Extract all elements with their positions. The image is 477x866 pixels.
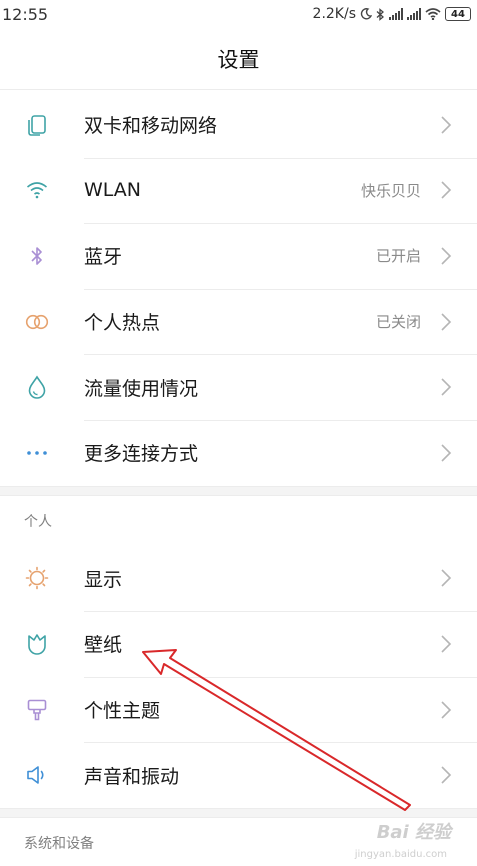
row-label: 显示 <box>84 568 123 591</box>
status-icons: 2.2K/s 44 <box>313 6 471 22</box>
row-value: 已开启 <box>375 247 421 266</box>
chevron-right-icon <box>441 635 452 653</box>
hotspot-icon <box>25 310 49 334</box>
wifi-status-icon <box>425 8 441 20</box>
signal-sim2-icon <box>407 8 421 20</box>
row-wallpaper[interactable]: 壁纸 <box>0 611 477 677</box>
row-label: 声音和振动 <box>84 765 180 788</box>
row-label: 壁纸 <box>84 634 123 657</box>
row-display[interactable]: 显示 <box>0 545 477 612</box>
chevron-right-icon <box>441 444 452 462</box>
row-label: 蓝牙 <box>84 246 123 269</box>
row-theme[interactable]: 个性主题 <box>0 676 477 743</box>
sim-card-icon <box>25 113 49 137</box>
row-label: 更多连接方式 <box>84 443 199 466</box>
row-label: 流量使用情况 <box>84 377 199 400</box>
moon-icon <box>360 8 372 20</box>
title-bar: 设置 <box>0 28 477 90</box>
status-time: 12:55 <box>2 4 49 24</box>
row-data-usage[interactable]: 流量使用情况 <box>0 354 477 420</box>
row-label: WLAN <box>84 179 142 202</box>
row-wlan[interactable]: WLAN 快乐贝贝 <box>0 157 477 224</box>
row-dual-sim[interactable]: 双卡和移动网络 <box>0 92 477 158</box>
chevron-right-icon <box>441 378 452 396</box>
data-usage-icon <box>25 375 49 399</box>
watermark-logo: Bai 经验 <box>376 822 451 843</box>
bluetooth-status-icon <box>376 7 384 21</box>
row-hotspot[interactable]: 个人热点 已关闭 <box>0 288 477 355</box>
section-header-personal: 个人 <box>24 513 52 530</box>
battery-icon: 44 <box>445 7 471 21</box>
row-label: 个人热点 <box>84 312 161 335</box>
wallpaper-icon <box>25 632 49 656</box>
row-more-connections[interactable]: 更多连接方式 <box>0 419 477 486</box>
sound-icon <box>25 763 49 787</box>
row-label: 个性主题 <box>84 700 161 723</box>
wifi-icon <box>25 178 49 202</box>
chevron-right-icon <box>441 181 452 199</box>
theme-brush-icon <box>25 698 49 722</box>
row-label: 双卡和移动网络 <box>84 115 218 138</box>
watermark-url: jingyan.baidu.com <box>354 849 447 860</box>
chevron-right-icon <box>441 569 452 587</box>
bluetooth-icon <box>25 244 49 268</box>
row-bluetooth[interactable]: 蓝牙 已开启 <box>0 223 477 289</box>
more-connections-icon <box>25 441 49 465</box>
page-title: 设置 <box>217 47 260 72</box>
display-sun-icon <box>25 566 49 590</box>
chevron-right-icon <box>441 766 452 784</box>
row-value: 快乐贝贝 <box>360 181 421 200</box>
section-divider <box>0 807 477 818</box>
section-divider <box>0 485 477 496</box>
chevron-right-icon <box>441 700 452 719</box>
signal-sim1-icon <box>389 8 403 20</box>
row-value: 已关闭 <box>375 313 421 332</box>
chevron-right-icon <box>441 116 452 134</box>
settings-list: 双卡和移动网络 WLAN 快乐贝贝 蓝牙 已开启 个人热点 已关闭 流量使用情况 <box>0 92 477 866</box>
status-bar: 12:55 2.2K/s 44 <box>0 0 477 28</box>
chevron-right-icon <box>441 313 452 331</box>
chevron-right-icon <box>441 247 452 265</box>
row-sound[interactable]: 声音和振动 <box>0 742 477 808</box>
network-speed: 2.2K/s <box>312 6 356 22</box>
